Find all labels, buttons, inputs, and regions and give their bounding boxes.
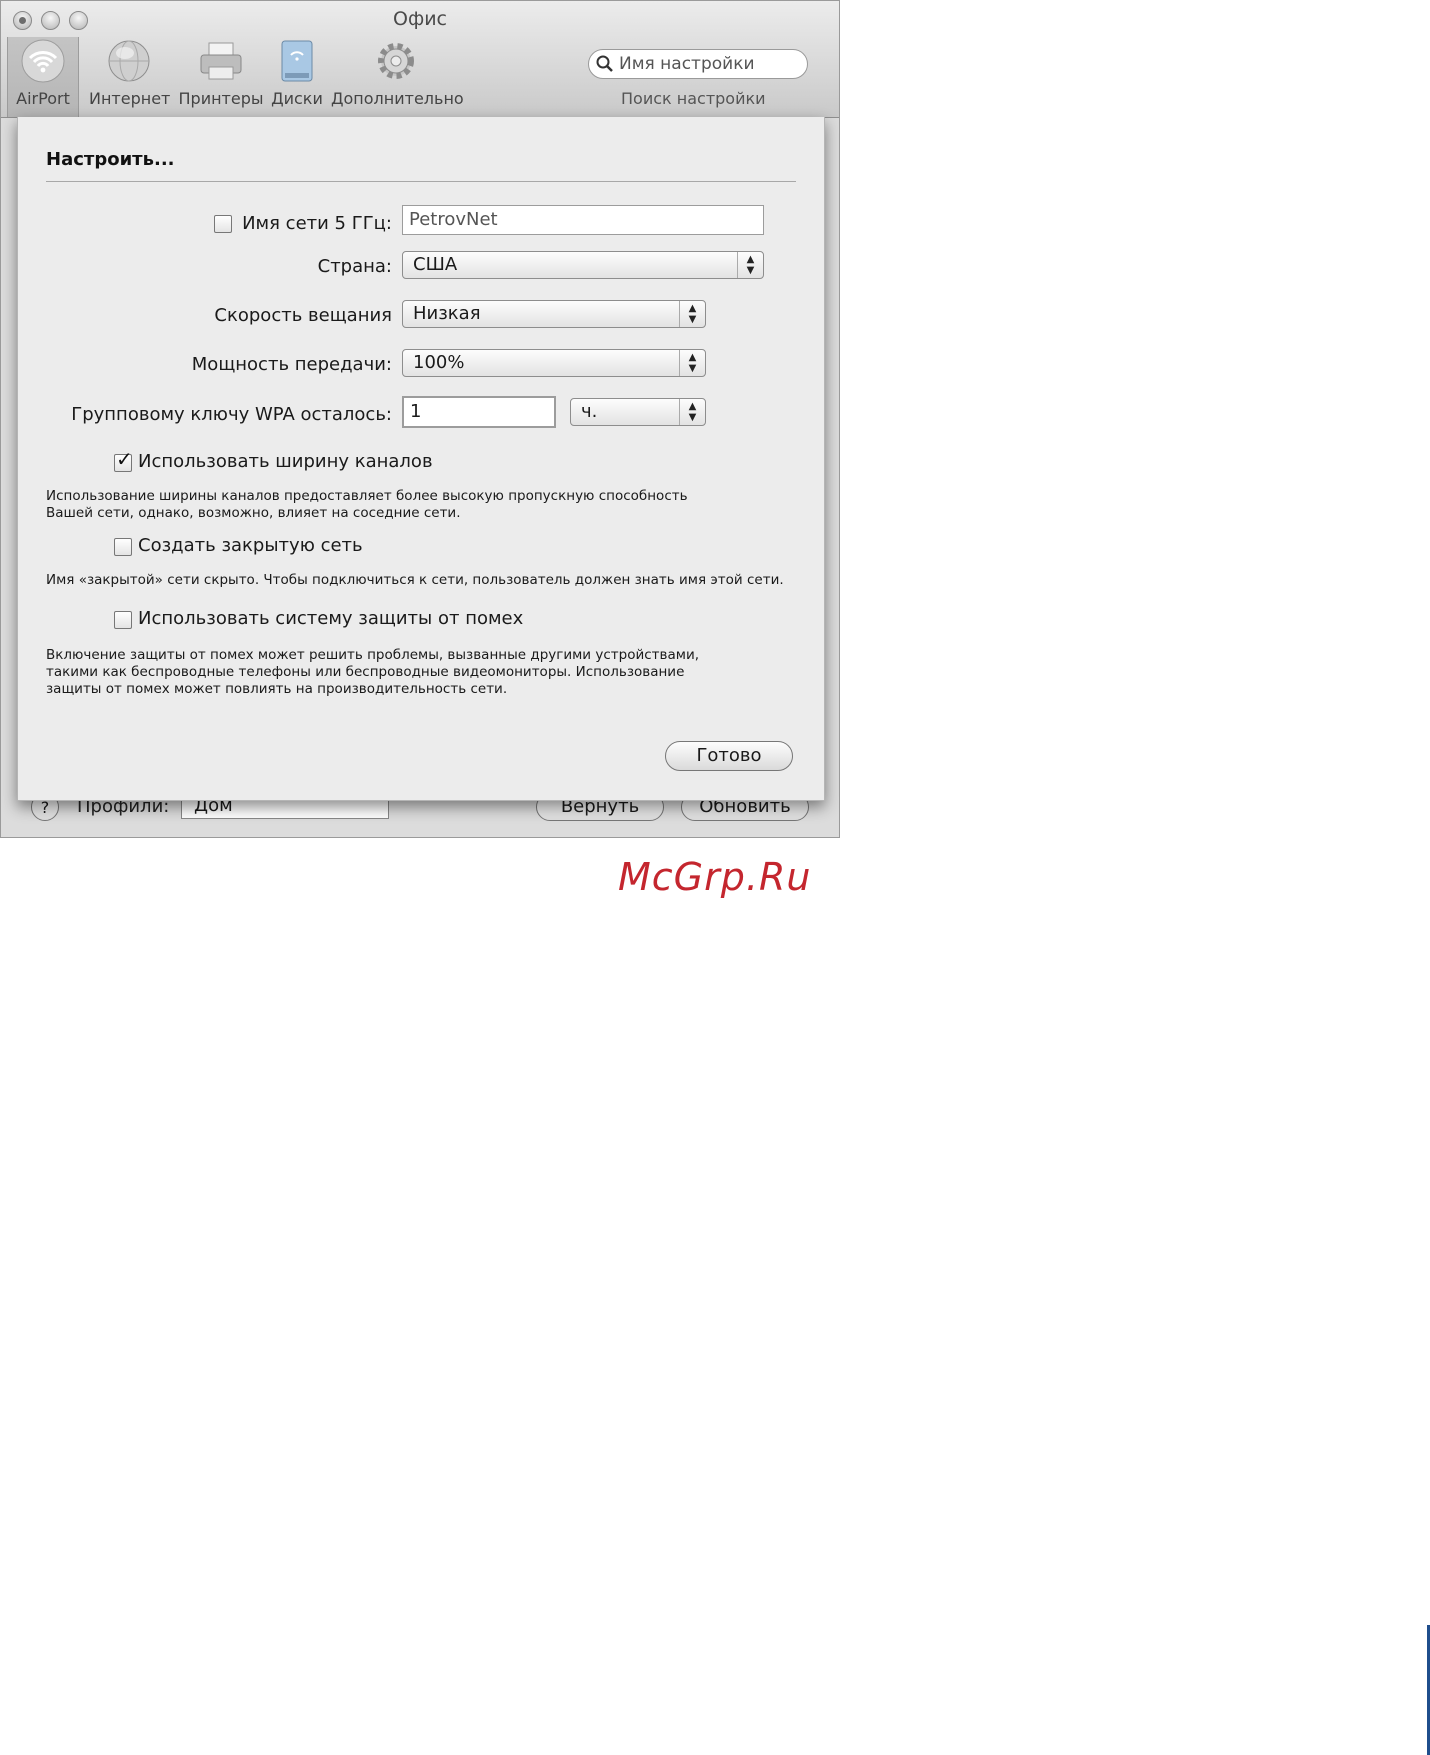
toolbar-airport-label: AirPort <box>16 89 70 108</box>
interference-help: Включение защиты от помех может решить п… <box>46 647 699 698</box>
wide-channels-help: Использование ширины каналов предоставля… <box>46 488 688 522</box>
closed-network-label: Создать закрытую сеть <box>138 535 363 556</box>
configure-sheet: Настроить... Имя сети 5 ГГц: PetrovNet С… <box>17 117 825 801</box>
wide-channels-help-line: Использование ширины каналов предоставля… <box>46 488 688 504</box>
globe-icon <box>108 40 150 82</box>
interference-help-line: Включение защиты от помех может решить п… <box>46 647 700 663</box>
toolbar-printers-label: Принтеры <box>178 89 264 108</box>
search-icon <box>596 55 613 72</box>
toolbar-printers[interactable]: Принтеры <box>177 37 265 108</box>
airport-wifi-icon <box>21 39 65 83</box>
interference-label: Использовать систему защиты от помех <box>138 608 524 629</box>
airport-utility-window: Офис AirPort Интернет Принтеры Диски Доп… <box>0 0 840 838</box>
wpa-group-key-field[interactable]: 1 <box>402 396 556 428</box>
wide-channels-help-line: Вашей сети, однако, возможно, влияет на … <box>46 505 461 521</box>
toolbar-internet-label: Интернет <box>89 89 171 108</box>
disk-icon <box>281 40 313 82</box>
network-5ghz-checkbox[interactable] <box>214 215 232 233</box>
multicast-rate-label: Скорость вещания <box>214 305 392 326</box>
wpa-unit-value: ч. <box>581 401 598 422</box>
window-title: Офис <box>393 8 447 30</box>
sheet-title: Настроить... <box>46 149 175 170</box>
printer-icon <box>200 42 242 80</box>
network-5ghz-label: Имя сети 5 ГГц: <box>242 213 392 234</box>
toolbar-disks-label: Диски <box>271 89 323 108</box>
search-caption: Поиск настройки <box>621 89 766 108</box>
country-value: США <box>413 254 458 275</box>
transmit-power-label: Мощность передачи: <box>191 354 392 375</box>
window-toolbar: Офис AirPort Интернет Принтеры Диски Доп… <box>1 1 839 118</box>
wpa-unit-select[interactable]: ч. ▲ ▼ <box>570 398 706 426</box>
closed-network-checkbox[interactable] <box>114 538 132 556</box>
multicast-rate-value: Низкая <box>413 303 481 324</box>
popup-arrows-icon: ▲ ▼ <box>679 301 705 327</box>
settings-search-field[interactable]: Имя настройки <box>588 49 808 79</box>
watermark: McGrp.Ru <box>618 855 812 899</box>
transmit-power-select[interactable]: 100% ▲ ▼ <box>402 349 706 377</box>
interference-help-line: такими как беспроводные телефоны или бес… <box>46 664 685 680</box>
search-placeholder: Имя настройки <box>619 54 755 74</box>
done-button[interactable]: Готово <box>665 741 793 771</box>
toolbar-advanced[interactable]: Дополнительно <box>331 37 464 108</box>
popup-arrows-icon: ▲ ▼ <box>737 252 763 278</box>
popup-arrows-icon: ▲ ▼ <box>679 350 705 376</box>
toolbar-internet[interactable]: Интернет <box>89 37 171 108</box>
toolbar-airport[interactable]: AirPort <box>7 37 79 117</box>
popup-arrows-icon: ▲ ▼ <box>679 399 705 425</box>
interference-checkbox[interactable] <box>114 611 132 629</box>
wide-channels-label: Использовать ширину каналов <box>138 451 433 472</box>
country-select[interactable]: США ▲ ▼ <box>402 251 764 279</box>
closed-network-help: Имя «закрытой» сети скрыто. Чтобы подклю… <box>46 572 784 588</box>
country-label: Страна: <box>317 256 392 277</box>
multicast-rate-select[interactable]: Низкая ▲ ▼ <box>402 300 706 328</box>
wpa-group-key-label: Групповому ключу WPA осталось: <box>71 404 392 425</box>
gear-icon <box>378 43 414 79</box>
toolbar-disks[interactable]: Диски <box>265 37 329 108</box>
network-5ghz-field[interactable]: PetrovNet <box>402 205 764 235</box>
transmit-power-value: 100% <box>413 352 465 373</box>
wide-channels-checkbox[interactable]: ✓ <box>114 449 133 472</box>
interference-help-line: защиты от помех может повлиять на произв… <box>46 681 508 697</box>
toolbar-advanced-label: Дополнительно <box>331 89 464 108</box>
sheet-divider <box>46 181 796 182</box>
checkmark-icon: ✓ <box>116 447 133 471</box>
